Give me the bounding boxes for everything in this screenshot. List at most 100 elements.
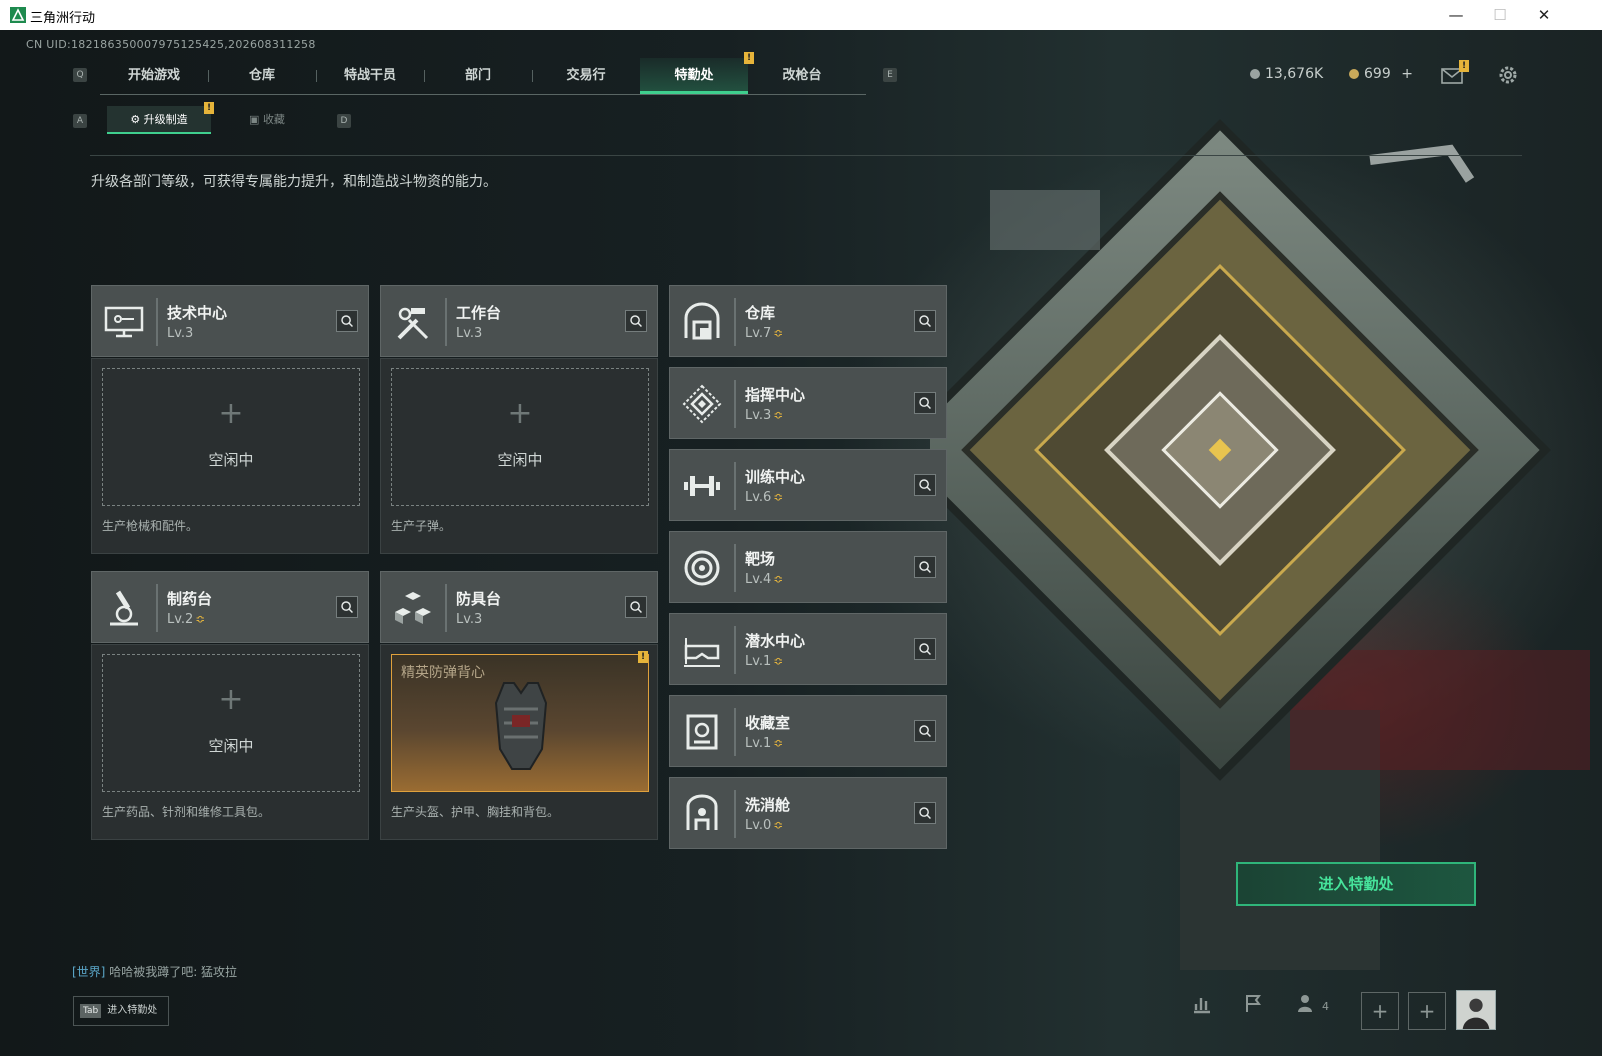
add-gold-button[interactable]: + [1401, 66, 1413, 82]
search-icon[interactable] [336, 310, 358, 332]
avatar[interactable] [1456, 990, 1496, 1030]
user-uid: CN UID:18218635000797512542​5,2026083112… [26, 38, 316, 51]
nav-alert-badge: ! [744, 52, 754, 64]
department-level: Lv.1 ≎ [745, 736, 784, 751]
workstation-armor-bench[interactable]: 防具台 Lv.3 [380, 571, 658, 643]
production-slot-crafting[interactable]: 精英防弹背心 ! [391, 651, 649, 792]
department-warehouse[interactable]: 仓库 Lv.7 ≎ [669, 285, 947, 357]
tab-upgrade-craft[interactable]: ⚙ 升级制造 [107, 106, 211, 134]
plus-icon: + [218, 396, 244, 431]
search-icon[interactable] [625, 596, 647, 618]
upgrade-available-icon: ≎ [773, 818, 784, 832]
display-case-icon [686, 714, 718, 750]
gold-coin-icon [1349, 69, 1359, 79]
tab-warehouse[interactable]: 仓库 [208, 58, 316, 94]
nav-next-key: E [883, 68, 897, 82]
department-collection-room[interactable]: 收藏室 Lv.1 ≎ [669, 695, 947, 767]
subnav-next-key: D [337, 114, 351, 128]
divider [90, 155, 1522, 156]
department-training-center[interactable]: 训练中心 Lv.6 ≎ [669, 449, 947, 521]
invite-slot-button[interactable]: + [1408, 992, 1446, 1030]
chat-line[interactable]: [世界] 哈哈被我蹲了吧: 猛攻拉 [72, 963, 237, 980]
search-icon[interactable] [914, 802, 936, 824]
nav-prev-key: Q [73, 68, 87, 82]
search-icon[interactable] [914, 392, 936, 414]
gold-balance[interactable]: 699 + [1349, 66, 1413, 82]
search-icon[interactable] [914, 310, 936, 332]
microscope-icon [110, 590, 138, 626]
tab-department[interactable]: 部门 [424, 58, 532, 94]
slot-status: 空闲中 [208, 451, 254, 469]
tab-start-game[interactable]: 开始游戏 [100, 58, 208, 94]
tab-trading[interactable]: 交易行 [532, 58, 640, 94]
workstation-description: 生产子弹。 [391, 519, 452, 533]
search-icon[interactable] [625, 310, 647, 332]
search-icon[interactable] [336, 596, 358, 618]
page-description: 升级各部门等级，可获得专属能力提升，和制造战斗物资的能力。 [91, 174, 497, 190]
tab-gunsmith[interactable]: 改枪台 [748, 58, 856, 94]
diving-mask-icon [684, 638, 720, 667]
workstation-name: 工作台 [456, 304, 502, 322]
workstation-name: 技术中心 [167, 304, 228, 322]
production-slot-empty[interactable]: + 空闲中 [102, 654, 360, 792]
collection-icon: ▣ [249, 113, 263, 126]
maximize-button[interactable]: ☐ [1482, 4, 1518, 26]
close-button[interactable]: ✕ [1526, 4, 1562, 26]
search-icon[interactable] [914, 638, 936, 660]
tab-hint-label: 进入特勤处 [107, 1005, 158, 1016]
department-level: Lv.4 ≎ [745, 572, 784, 587]
decontamination-chamber-icon [686, 794, 718, 830]
production-slot-empty[interactable]: + 空闲中 [391, 368, 649, 506]
production-slot-empty[interactable]: + 空闲中 [102, 368, 360, 506]
coin-icon [1250, 69, 1260, 79]
chat-channel: [世界] [72, 965, 106, 979]
enter-special-ops-button[interactable]: 进入特勤处 [1236, 862, 1476, 906]
upgrade-available-icon: ≎ [773, 572, 784, 586]
plus-icon: + [218, 682, 244, 717]
department-name: 指挥中心 [745, 386, 806, 404]
search-icon[interactable] [914, 556, 936, 578]
department-level: Lv.3 ≎ [745, 408, 784, 423]
coin-amount: 13,676K [1265, 66, 1324, 82]
invite-slot-button[interactable]: + [1361, 992, 1399, 1030]
subnav-alert-badge: ! [204, 102, 214, 114]
window-titlebar: 三角洲行动 — ☐ ✕ [0, 0, 1602, 30]
mail-badge: ! [1459, 60, 1469, 72]
department-decontamination[interactable]: 洗消舱 Lv.0 ≎ [669, 777, 947, 849]
tab-collection-label: 收藏 [262, 113, 285, 126]
search-icon[interactable] [914, 474, 936, 496]
workstation-pharmacy-panel: + 空闲中 生产药品、针剂和维修工具包。 [91, 644, 369, 840]
gear-icon[interactable] [1497, 64, 1519, 86]
workstation-level: Lv.3 [456, 326, 483, 341]
friends-icon[interactable] [1296, 992, 1318, 1014]
tab-collection[interactable]: ▣ 收藏 [215, 106, 319, 134]
upgrade-available-icon: ≎ [773, 654, 784, 668]
workstation-level: Lv.3 [456, 612, 483, 627]
hammer-wrench-icon [397, 307, 429, 340]
workstation-name: 制药台 [167, 590, 213, 608]
upgrade-available-icon: ≎ [773, 408, 784, 422]
plus-icon: + [507, 396, 533, 431]
department-shooting-range[interactable]: 靶场 Lv.4 ≎ [669, 531, 947, 603]
warehouse-icon [684, 302, 720, 340]
upgrade-available-icon: ≎ [773, 490, 784, 504]
tab-key-hint[interactable]: Tab 进入特勤处 [73, 996, 169, 1026]
workstation-pharmacy[interactable]: 制药台 Lv.2 ≎ [91, 571, 369, 643]
craft-complete-badge: ! [638, 651, 648, 663]
tab-special-ops[interactable]: 特勤处 [640, 58, 748, 94]
gold-amount: 699 [1364, 66, 1391, 82]
command-diamond-icon [682, 384, 722, 424]
minimize-button[interactable]: — [1438, 4, 1474, 26]
department-diving-center[interactable]: 潜水中心 Lv.1 ≎ [669, 613, 947, 685]
crafting-item-name: 精英防弹背心 [401, 665, 485, 681]
tab-operators[interactable]: 特战干员 [316, 58, 424, 94]
dumbbell-icon [684, 476, 720, 496]
stats-icon[interactable] [1191, 992, 1213, 1014]
app-logo-icon [10, 7, 26, 23]
department-command-center[interactable]: 指挥中心 Lv.3 ≎ [669, 367, 947, 439]
workstation-tech-center[interactable]: 技术中心 Lv.3 [91, 285, 369, 357]
coin-balance[interactable]: 13,676K [1250, 66, 1323, 82]
workstation-workbench[interactable]: 工作台 Lv.3 [380, 285, 658, 357]
flag-icon[interactable] [1242, 992, 1264, 1014]
search-icon[interactable] [914, 720, 936, 742]
